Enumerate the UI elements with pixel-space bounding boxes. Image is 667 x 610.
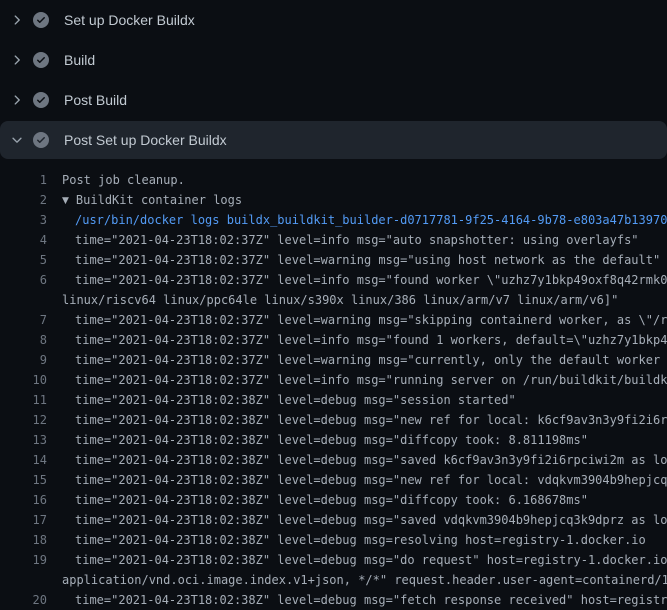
log-text: time="2021-04-23T18:02:37Z" level=warnin…: [62, 310, 667, 330]
line-number[interactable]: 5: [0, 250, 47, 270]
log-text: linux/riscv64 linux/ppc64le linux/s390x …: [62, 290, 667, 310]
line-number[interactable]: 7: [0, 310, 47, 330]
line-number[interactable]: 18: [0, 530, 47, 550]
log-row: 19 time="2021-04-23T18:02:38Z" level=debu…: [0, 550, 667, 570]
step-row-post-build[interactable]: Post Build: [0, 80, 667, 120]
line-number[interactable]: 3: [0, 210, 47, 230]
log-row-wrap: application/vnd.oci.image.index.v1+json,…: [0, 570, 667, 590]
line-number[interactable]: 1: [0, 170, 47, 190]
chevron-right-icon[interactable]: [10, 13, 24, 27]
line-number: [0, 570, 47, 590]
log-row: 2 ▼BuildKit container logs: [0, 190, 667, 210]
log-row: 11 time="2021-04-23T18:02:38Z" level=debu…: [0, 390, 667, 410]
step-label: Build: [64, 52, 95, 68]
log-text: time="2021-04-23T18:02:38Z" level=debug …: [62, 430, 667, 450]
log-row: 6 time="2021-04-23T18:02:37Z" level=info …: [0, 270, 667, 290]
log-text: time="2021-04-23T18:02:38Z" level=debug …: [62, 390, 667, 410]
line-number[interactable]: 20: [0, 590, 47, 610]
log-row: 4 time="2021-04-23T18:02:37Z" level=info …: [0, 230, 667, 250]
chevron-down-icon[interactable]: [10, 133, 24, 147]
check-circle-icon: [33, 12, 49, 28]
line-number[interactable]: 10: [0, 370, 47, 390]
log-text: /usr/bin/docker logs buildx_buildkit_bui…: [62, 210, 667, 230]
log-row: 12 time="2021-04-23T18:02:38Z" level=debu…: [0, 410, 667, 430]
line-number[interactable]: 16: [0, 490, 47, 510]
log-row: 17 time="2021-04-23T18:02:38Z" level=debu…: [0, 510, 667, 530]
line-number[interactable]: 17: [0, 510, 47, 530]
log-text: time="2021-04-23T18:02:38Z" level=debug …: [62, 410, 667, 430]
log-lines: 1 Post job cleanup. 2 ▼BuildKit container l…: [0, 160, 667, 610]
log-text: time="2021-04-23T18:02:38Z" level=debug …: [62, 450, 667, 470]
line-number[interactable]: 14: [0, 450, 47, 470]
log-row: 3/usr/bin/docker logs buildx_buildkit_bu…: [0, 210, 667, 230]
group-expander-triangle-icon[interactable]: ▼: [62, 191, 69, 210]
check-circle-icon: [33, 52, 49, 68]
step-label: Post Set up Docker Buildx: [64, 132, 227, 148]
line-number[interactable]: 11: [0, 390, 47, 410]
line-number[interactable]: 4: [0, 230, 47, 250]
line-number[interactable]: 13: [0, 430, 47, 450]
line-number[interactable]: 12: [0, 410, 47, 430]
log-text: time="2021-04-23T18:02:38Z" level=debug …: [62, 590, 667, 610]
log-text: time="2021-04-23T18:02:37Z" level=warnin…: [62, 250, 667, 270]
log-group-toggle[interactable]: ▼BuildKit container logs: [62, 190, 667, 210]
line-number[interactable]: 19: [0, 550, 47, 570]
step-label: Post Build: [64, 92, 127, 108]
check-circle-icon: [33, 132, 49, 148]
log-row: 14 time="2021-04-23T18:02:38Z" level=debu…: [0, 450, 667, 470]
log-text: time="2021-04-23T18:02:37Z" level=info m…: [62, 230, 667, 250]
chevron-right-icon[interactable]: [10, 53, 24, 67]
line-number[interactable]: 15: [0, 470, 47, 490]
line-number[interactable]: 8: [0, 330, 47, 350]
log-row: 7 time="2021-04-23T18:02:37Z" level=warni…: [0, 310, 667, 330]
check-circle-icon: [33, 92, 49, 108]
log-text: time="2021-04-23T18:02:37Z" level=info m…: [62, 330, 667, 350]
log-text: time="2021-04-23T18:02:37Z" level=info m…: [62, 370, 667, 390]
log-text: time="2021-04-23T18:02:38Z" level=debug …: [62, 550, 667, 570]
log-row: 16 time="2021-04-23T18:02:38Z" level=debu…: [0, 490, 667, 510]
log-text: time="2021-04-23T18:02:38Z" level=debug …: [62, 490, 667, 510]
log-text: time="2021-04-23T18:02:38Z" level=debug …: [62, 530, 667, 550]
log-text: application/vnd.oci.image.index.v1+json,…: [62, 570, 667, 590]
line-number[interactable]: 2: [0, 190, 47, 210]
step-row-post-set-up-docker-buildx[interactable]: Post Set up Docker Buildx: [0, 121, 667, 159]
log-row: 20 time="2021-04-23T18:02:38Z" level=debu…: [0, 590, 667, 610]
log-row: 18 time="2021-04-23T18:02:38Z" level=debu…: [0, 530, 667, 550]
step-list: Set up Docker Buildx Build Post Build Po…: [0, 0, 667, 159]
line-number: [0, 290, 47, 310]
log-text: Post job cleanup.: [62, 170, 667, 190]
step-row-build[interactable]: Build: [0, 40, 667, 80]
log-text: time="2021-04-23T18:02:37Z" level=info m…: [62, 270, 667, 290]
log-row: 1 Post job cleanup.: [0, 170, 667, 190]
log-row: 15 time="2021-04-23T18:02:38Z" level=debu…: [0, 470, 667, 490]
step-row-set-up-docker-buildx[interactable]: Set up Docker Buildx: [0, 0, 667, 40]
log-text: time="2021-04-23T18:02:38Z" level=debug …: [62, 470, 667, 490]
log-text: time="2021-04-23T18:02:37Z" level=warnin…: [62, 350, 667, 370]
chevron-right-icon[interactable]: [10, 93, 24, 107]
log-row: 9 time="2021-04-23T18:02:37Z" level=warni…: [0, 350, 667, 370]
log-row: 13 time="2021-04-23T18:02:38Z" level=debu…: [0, 430, 667, 450]
log-row: 8 time="2021-04-23T18:02:37Z" level=info …: [0, 330, 667, 350]
line-number[interactable]: 9: [0, 350, 47, 370]
log-row-wrap: linux/riscv64 linux/ppc64le linux/s390x …: [0, 290, 667, 310]
step-label: Set up Docker Buildx: [64, 12, 195, 28]
log-row: 10 time="2021-04-23T18:02:37Z" level=info…: [0, 370, 667, 390]
log-row: 5 time="2021-04-23T18:02:37Z" level=warni…: [0, 250, 667, 270]
line-number[interactable]: 6: [0, 270, 47, 290]
log-text: time="2021-04-23T18:02:38Z" level=debug …: [62, 510, 667, 530]
